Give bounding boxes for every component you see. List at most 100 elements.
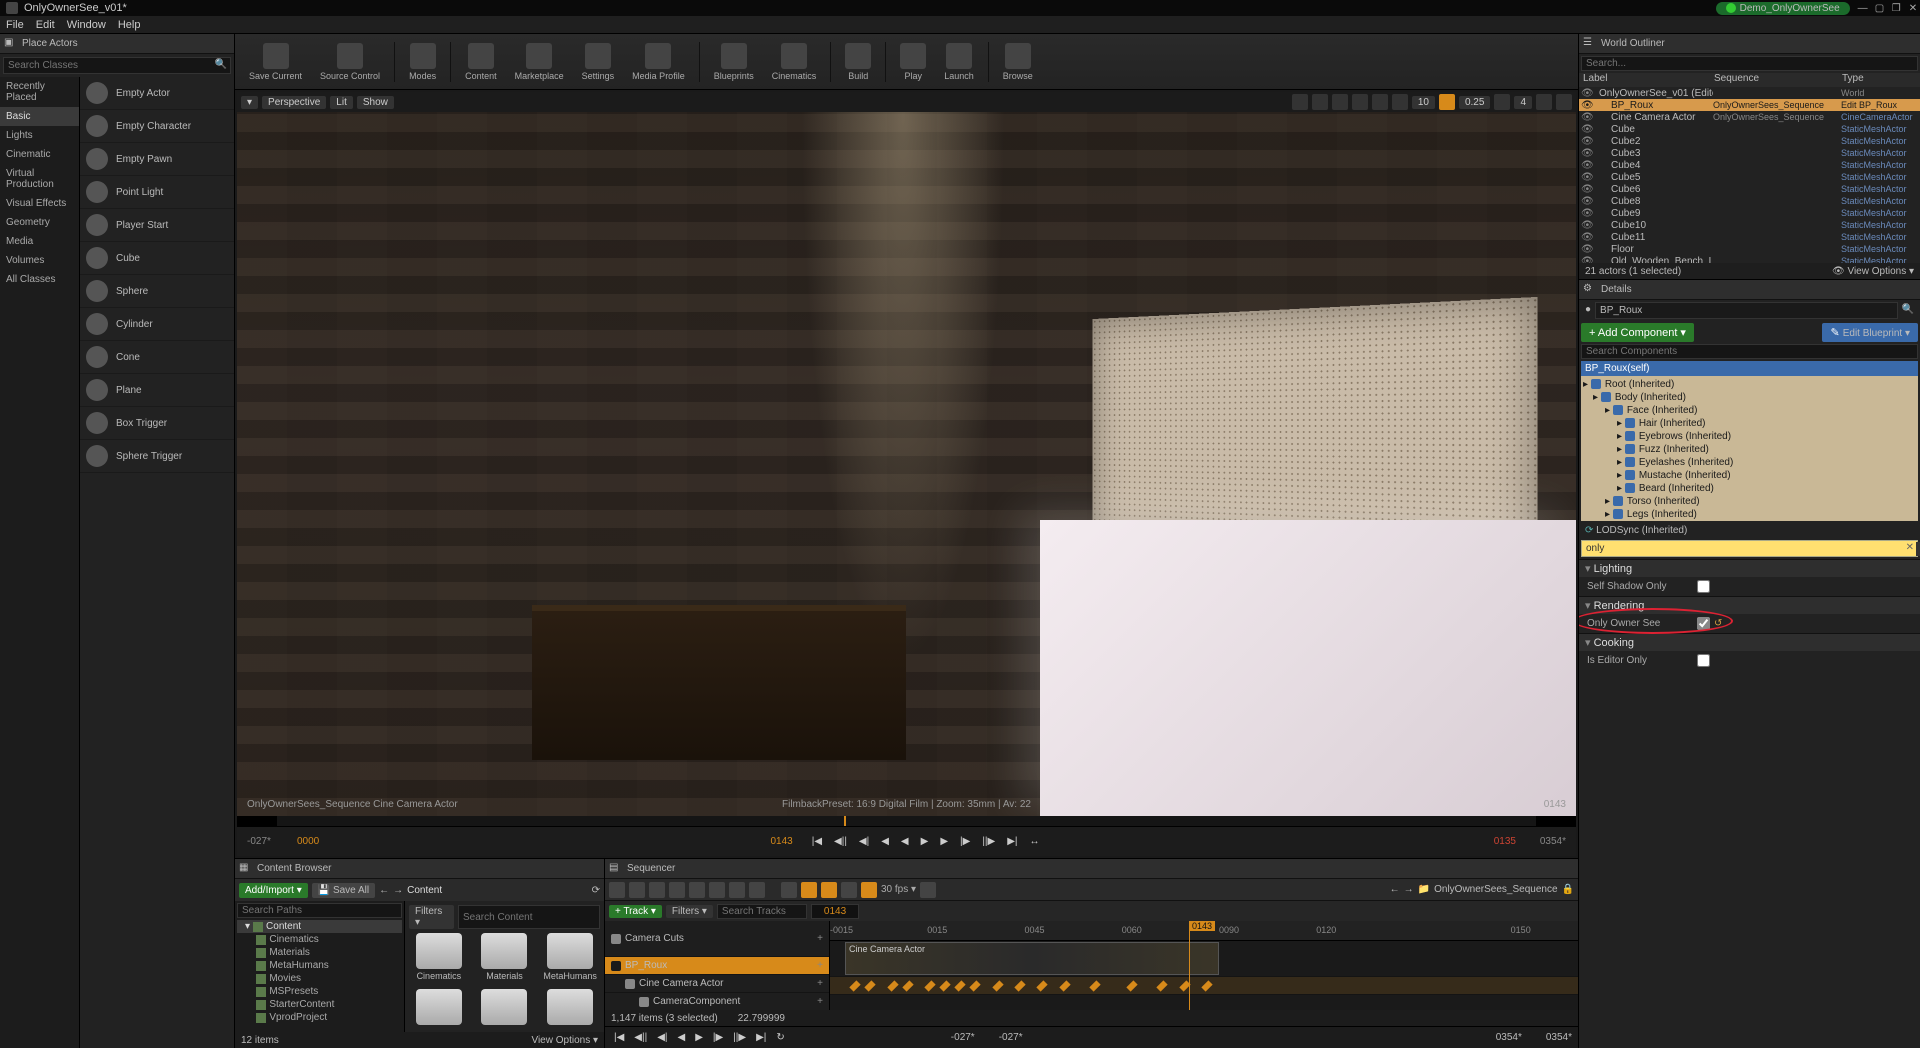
component-root-inherited-[interactable]: ▸ Root (Inherited)	[1583, 378, 1916, 391]
folder-metahumans[interactable]: MetaHumans	[237, 959, 402, 972]
category-visual-effects[interactable]: Visual Effects	[0, 194, 79, 213]
tool-settings[interactable]: Settings	[576, 41, 621, 83]
visibility-icon[interactable]: 👁	[1581, 88, 1591, 99]
section-rendering[interactable]: Rendering	[1579, 597, 1920, 614]
add-component-button[interactable]: + Add Component ▾	[1581, 323, 1694, 342]
visibility-icon[interactable]: 👁	[1581, 160, 1591, 171]
tool-save-current[interactable]: Save Current	[243, 41, 308, 83]
category-lights[interactable]: Lights	[0, 126, 79, 145]
cb-view-options[interactable]: View Options ▾	[531, 1035, 598, 1046]
keyframe[interactable]	[954, 980, 965, 991]
outliner-row-old-wooden-bench-lod0-ueige[interactable]: 👁Old_Wooden_Bench_LOD0_ueigeStaticMeshAc…	[1579, 255, 1920, 263]
category-volumes[interactable]: Volumes	[0, 251, 79, 270]
viewport-perspective[interactable]: Perspective	[262, 96, 326, 109]
search-classes-input[interactable]	[3, 57, 231, 74]
tool-build[interactable]: Build	[839, 41, 877, 83]
add-key-icon[interactable]: +	[817, 960, 823, 971]
keyframe[interactable]	[1089, 980, 1100, 991]
folder-startercontent[interactable]: StarterContent	[237, 998, 402, 1011]
outliner-row-cube10[interactable]: 👁Cube10StaticMeshActor	[1579, 219, 1920, 231]
component-mustache-inherited-[interactable]: ▸ Mustache (Inherited)	[1583, 469, 1916, 482]
checkbox-self-shadow-only[interactable]	[1697, 580, 1710, 593]
section-lighting[interactable]: Lighting	[1579, 560, 1920, 577]
grid-snap-icon[interactable]	[1392, 94, 1408, 110]
seq-step-back2-icon[interactable]: ◀||	[631, 1032, 650, 1043]
seq-play-icon[interactable]: ▶	[692, 1032, 706, 1043]
component-face-inherited-[interactable]: ▸ Face (Inherited)	[1583, 404, 1916, 417]
prev-key-icon[interactable]: ◀|	[856, 836, 872, 847]
tool-source-control[interactable]: Source Control	[314, 41, 386, 83]
menu-file[interactable]: File	[6, 19, 24, 31]
category-virtual-production[interactable]: Virtual Production	[0, 164, 79, 194]
seq-prev-key-icon[interactable]: ◀|	[654, 1032, 670, 1043]
tool-marketplace[interactable]: Marketplace	[509, 41, 570, 83]
transform-rotate-icon[interactable]	[1332, 94, 1348, 110]
folder-materials[interactable]: Materials	[237, 946, 402, 959]
visibility-icon[interactable]: 👁	[1581, 196, 1591, 207]
seq-world-icon[interactable]	[609, 882, 625, 898]
track-bp_roux[interactable]: BP_Roux+	[605, 957, 829, 975]
visibility-icon[interactable]: 👁	[1581, 184, 1591, 195]
step-fwd-icon[interactable]: ▶	[937, 836, 951, 847]
folder-movies[interactable]: Movies	[237, 972, 402, 985]
actor-empty-actor[interactable]: Empty Actor	[80, 77, 234, 110]
seq-fps[interactable]: 30 fps ▾	[881, 884, 916, 895]
visibility-icon[interactable]: 👁	[1581, 172, 1591, 183]
viewport-maximize-icon[interactable]	[1536, 94, 1552, 110]
viewport-menu-icon[interactable]: ▾	[241, 96, 258, 109]
outliner-row-bp-roux[interactable]: 👁BP_RouxOnlyOwnerSees_SequenceEdit BP_Ro…	[1579, 99, 1920, 111]
add-import-button[interactable]: Add/Import ▾	[239, 883, 308, 898]
search-paths-input[interactable]	[237, 903, 402, 918]
outliner-search-input[interactable]	[1581, 56, 1918, 71]
browse-to-asset-icon[interactable]: 🔍	[1898, 302, 1918, 319]
seq-step-fwd2-icon[interactable]: ||▶	[730, 1032, 749, 1043]
actor-name-input[interactable]	[1595, 302, 1898, 319]
goto-start-icon[interactable]: |◀	[809, 836, 825, 847]
visibility-icon[interactable]: 👁	[1581, 124, 1591, 135]
tool-blueprints[interactable]: Blueprints	[708, 41, 760, 83]
component-eyelashes-inherited-[interactable]: ▸ Eyelashes (Inherited)	[1583, 456, 1916, 469]
seq-curves-icon[interactable]	[920, 882, 936, 898]
component-fuzz-inherited-[interactable]: ▸ Fuzz (Inherited)	[1583, 443, 1916, 456]
next-key-icon[interactable]: |▶	[957, 836, 973, 847]
restore-icon[interactable]: ❐	[1889, 3, 1903, 14]
outliner-row-floor[interactable]: 👁FloorStaticMeshActor	[1579, 243, 1920, 255]
keyframe[interactable]	[940, 980, 951, 991]
seq-play-icon[interactable]	[749, 882, 765, 898]
seq-snap2-icon[interactable]	[821, 882, 837, 898]
thumb-Materials[interactable]: Materials	[475, 933, 535, 983]
seq-crumb-fwd-icon[interactable]: →	[1404, 884, 1414, 895]
add-track-button[interactable]: + Track ▾	[609, 905, 662, 918]
coord-space-icon[interactable]	[1372, 94, 1388, 110]
add-key-icon[interactable]: +	[817, 933, 823, 944]
category-basic[interactable]: Basic	[0, 107, 79, 126]
bp-roux-row[interactable]	[830, 977, 1578, 995]
outliner-row-cube5[interactable]: 👁Cube5StaticMeshActor	[1579, 171, 1920, 183]
visibility-icon[interactable]: 👁	[1581, 148, 1591, 159]
track-cameracomponent[interactable]: CameraComponent+	[605, 993, 829, 1010]
clear-search-icon[interactable]: ✕	[1906, 542, 1914, 553]
viewport-show[interactable]: Show	[357, 96, 394, 109]
seq-autokey-icon[interactable]	[781, 882, 797, 898]
keyframe[interactable]	[902, 980, 913, 991]
component-torso-inherited-[interactable]: ▸ Torso (Inherited)	[1583, 495, 1916, 508]
outliner-row-cube8[interactable]: 👁Cube8StaticMeshActor	[1579, 195, 1920, 207]
outliner-row-cube6[interactable]: 👁Cube6StaticMeshActor	[1579, 183, 1920, 195]
loop-icon[interactable]: ↔	[1027, 836, 1043, 847]
cine-camera-row[interactable]	[830, 995, 1578, 1010]
keyframe[interactable]	[1127, 980, 1138, 991]
seq-key-icon[interactable]	[729, 882, 745, 898]
keyframe[interactable]	[1156, 980, 1167, 991]
visibility-icon[interactable]: 👁	[1581, 244, 1591, 255]
outliner-row-cube[interactable]: 👁CubeStaticMeshActor	[1579, 123, 1920, 135]
tool-modes[interactable]: Modes	[403, 41, 442, 83]
tool-cinematics[interactable]: Cinematics	[766, 41, 823, 83]
filters-button[interactable]: Filters ▾	[409, 905, 454, 929]
keyframe[interactable]	[865, 980, 876, 991]
cb-back-icon[interactable]: ←	[379, 885, 389, 896]
seq-goto-start-icon[interactable]: |◀	[611, 1032, 627, 1043]
visibility-icon[interactable]: 👁	[1581, 256, 1591, 264]
seq-save-icon[interactable]	[629, 882, 645, 898]
cb-path[interactable]: Content	[407, 885, 442, 896]
actor-cylinder[interactable]: Cylinder	[80, 308, 234, 341]
